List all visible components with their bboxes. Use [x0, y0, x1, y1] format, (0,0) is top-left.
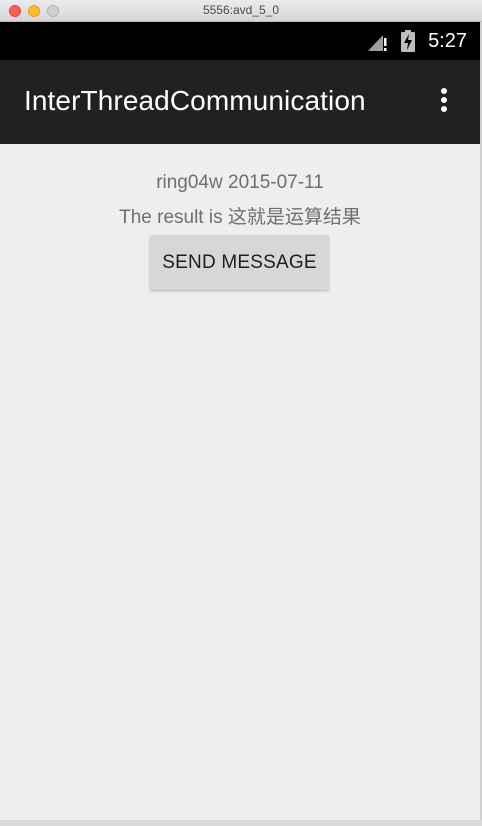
window-title: 5556:avd_5_0: [202, 3, 280, 17]
overflow-menu-icon[interactable]: [436, 88, 452, 116]
action-bar: InterThreadCommunication: [0, 60, 480, 144]
window-bottom-edge: [0, 820, 482, 826]
app-title: InterThreadCommunication: [24, 85, 366, 116]
send-message-button[interactable]: SEND MESSAGE: [150, 235, 329, 290]
result-text: The result is 这就是运算结果: [119, 207, 361, 228]
status-clock: 5:27: [428, 30, 467, 52]
author-date-text: ring04w 2015-07-11: [156, 172, 324, 193]
battery-charging-icon: [401, 30, 415, 52]
window-titlebar: 5556:avd_5_0: [0, 0, 482, 22]
emulator-window: 5556:avd_5_0 5:27 InterThreadCommunicati…: [0, 0, 482, 826]
cell-signal-icon: [368, 35, 387, 51]
main-content: ring04w 2015-07-11 The result is 这就是运算结果…: [0, 144, 480, 820]
android-status-bar: 5:27: [0, 22, 480, 60]
